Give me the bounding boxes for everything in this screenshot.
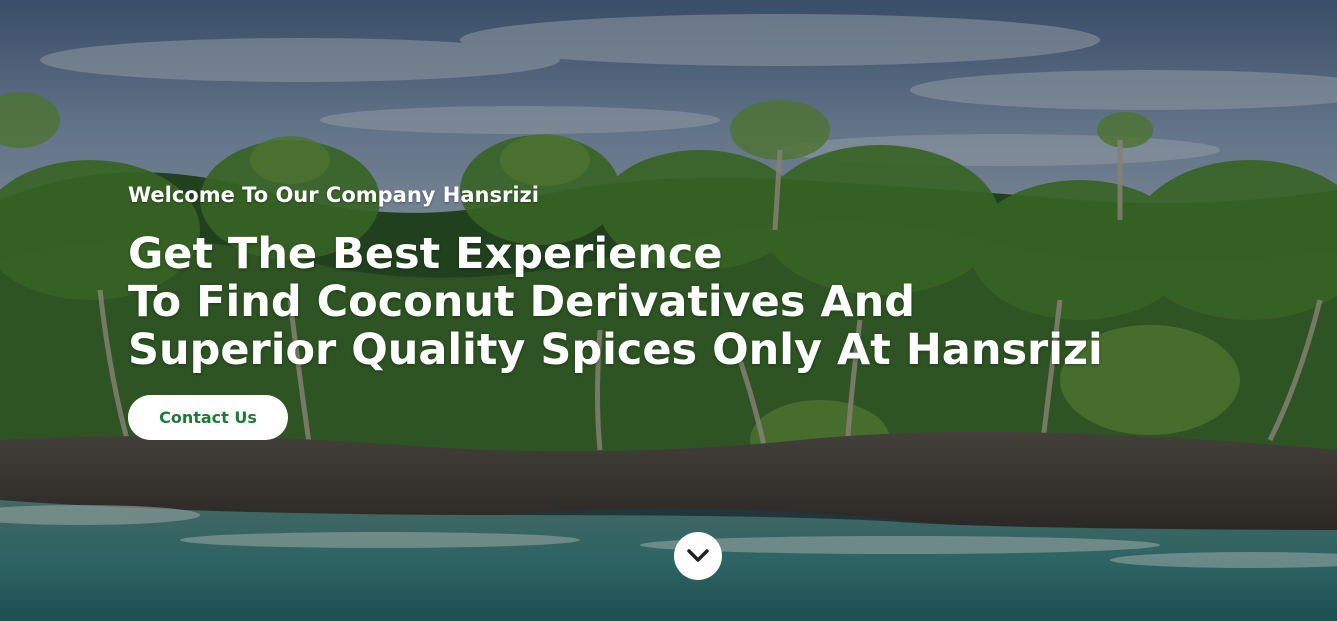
hero-headline-line: Superior Quality Spices Only At Hansrizi xyxy=(128,325,1103,375)
hero-section: Welcome To Our Company Hansrizi Get The … xyxy=(0,0,1337,621)
hero-content: Welcome To Our Company Hansrizi Get The … xyxy=(128,180,1103,440)
hero-eyebrow: Welcome To Our Company Hansrizi xyxy=(128,183,539,207)
chevron-down-icon xyxy=(687,549,709,562)
hero-headline: Get The Best Experience To Find Coconut … xyxy=(128,230,1103,374)
contact-us-button[interactable]: Contact Us xyxy=(128,395,288,440)
hero-headline-line: Get The Best Experience xyxy=(128,229,723,279)
hero-headline-line: To Find Coconut Derivatives And xyxy=(128,277,916,327)
scroll-down-button[interactable] xyxy=(674,532,722,580)
